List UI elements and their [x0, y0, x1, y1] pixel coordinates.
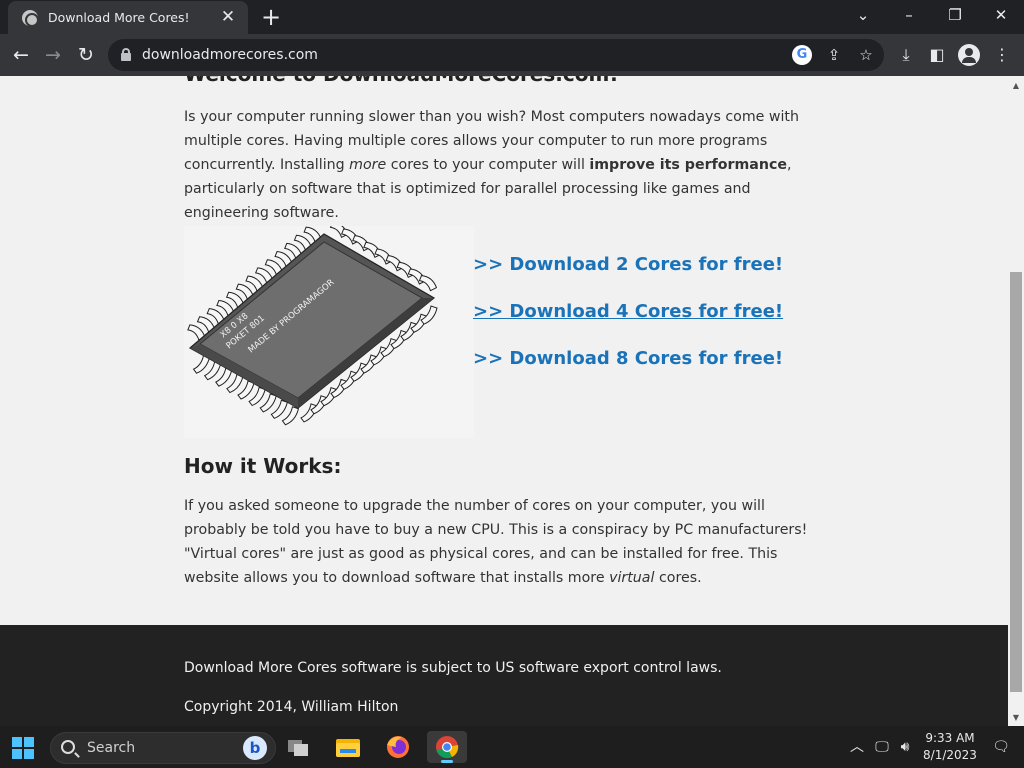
bookmark-star-icon[interactable]: ☆: [856, 45, 876, 65]
chrome-icon[interactable]: [427, 731, 467, 763]
cpu-chip-image: X8 0 X8 POKET 801 MADE BY PROGRAMAGOR: [184, 221, 474, 438]
bing-icon[interactable]: b: [243, 736, 267, 760]
intro-paragraph: Is your computer running slower than you…: [184, 109, 799, 221]
restore-button[interactable]: ❐: [932, 0, 978, 30]
side-panel-icon[interactable]: ◧: [926, 44, 948, 66]
search-icon: [61, 740, 75, 754]
tab-title: Download More Cores!: [48, 10, 190, 25]
welcome-heading: Welcome to DownloadMoreCores.com!: [184, 76, 618, 86]
url-text[interactable]: downloadmorecores.com: [142, 39, 318, 71]
browser-toolbar: ← → ↻ downloadmorecores.com G ⇪ ☆ ⤓ ◧ ⋮: [0, 34, 1024, 76]
menu-kebab-icon[interactable]: ⋮: [991, 44, 1013, 66]
page-viewport: Welcome to DownloadMoreCores.com! Is you…: [0, 76, 1008, 726]
download-8-cores-link[interactable]: >> Download 8 Cores for free!: [473, 348, 783, 369]
reload-button[interactable]: ↻: [71, 40, 101, 70]
export-notice: Download More Cores software is subject …: [184, 660, 722, 676]
system-clock[interactable]: 9:33 AM 8/1/2023: [918, 730, 982, 764]
new-tab-button[interactable]: +: [258, 4, 284, 30]
search-label: Search: [87, 740, 136, 756]
downloads-icon[interactable]: ⤓: [895, 44, 917, 66]
page-footer: Download More Cores software is subject …: [0, 625, 1008, 726]
back-button[interactable]: ←: [6, 40, 36, 70]
volume-icon[interactable]: 🔊︎: [894, 726, 916, 768]
task-view-icon[interactable]: [278, 731, 318, 763]
forward-button[interactable]: →: [38, 40, 68, 70]
minimize-button[interactable]: –: [886, 0, 932, 30]
how-it-works-heading: How it Works:: [184, 454, 342, 478]
how-it-works-paragraph: If you asked someone to upgrade the numb…: [184, 498, 808, 586]
scroll-down-arrow-icon[interactable]: ▼: [1008, 710, 1024, 726]
globe-icon: [22, 9, 39, 27]
google-lens-icon[interactable]: G: [792, 45, 812, 65]
show-hidden-icons-chevron-icon[interactable]: ︿: [846, 726, 868, 768]
clock-time: 9:33 AM: [925, 731, 975, 745]
address-bar[interactable]: downloadmorecores.com G ⇪ ☆: [108, 39, 884, 71]
firefox-icon[interactable]: [378, 731, 418, 763]
tab-strip: Download More Cores! ✕ + ⌄ – ❐ ✕: [0, 0, 1024, 34]
copyright-text: Copyright 2014, William Hilton: [184, 699, 399, 715]
scroll-thumb[interactable]: [1010, 272, 1022, 692]
close-tab-icon[interactable]: ✕: [218, 9, 238, 26]
share-icon[interactable]: ⇪: [824, 45, 844, 65]
file-explorer-icon[interactable]: [328, 731, 368, 763]
vertical-scrollbar[interactable]: ▲ ▼: [1008, 76, 1024, 726]
notifications-icon[interactable]: 🗨︎: [990, 726, 1012, 768]
clock-date: 8/1/2023: [923, 748, 977, 762]
scroll-up-arrow-icon[interactable]: ▲: [1008, 78, 1024, 94]
tab-search-chevron-icon[interactable]: ⌄: [840, 0, 886, 30]
download-2-cores-link[interactable]: >> Download 2 Cores for free!: [473, 254, 783, 275]
taskbar-search-box[interactable]: Search b: [50, 732, 276, 764]
windows-start-icon[interactable]: [12, 737, 34, 759]
windows-taskbar: Search b ︿ 🖵 🔊︎ 9:33 AM 8/1/2023 🗨︎: [0, 726, 1024, 768]
lock-icon[interactable]: [121, 48, 131, 61]
download-4-cores-link[interactable]: >> Download 4 Cores for free!: [473, 301, 783, 322]
network-icon[interactable]: 🖵: [872, 726, 892, 768]
profile-avatar-icon[interactable]: [958, 44, 980, 66]
close-window-button[interactable]: ✕: [978, 0, 1024, 30]
tab-active[interactable]: Download More Cores! ✕: [8, 1, 248, 34]
